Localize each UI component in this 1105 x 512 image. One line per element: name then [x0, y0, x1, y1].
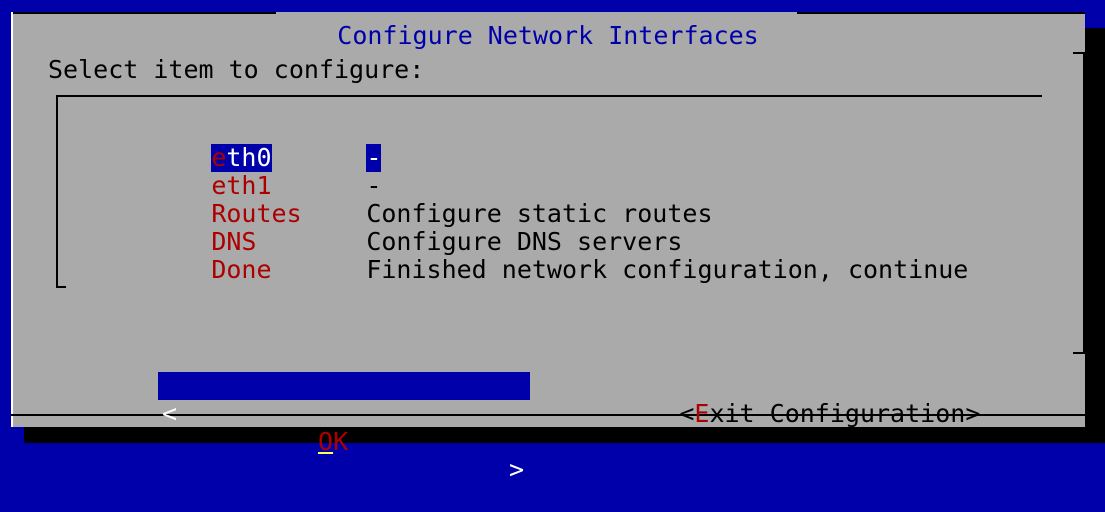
- menu-border-bottom-tick: [56, 286, 66, 288]
- menu-item-done[interactable]: Done Finished network configuration, cont…: [121, 228, 968, 284]
- dialog-separator-tick: [1073, 352, 1085, 354]
- dialog-border-top-right: [797, 12, 1085, 14]
- dialog-border-right-upper: [1083, 52, 1085, 352]
- dialog-prompt: Select item to configure:: [48, 55, 425, 84]
- dialog-border-top-left: [11, 12, 276, 14]
- ok-button[interactable]: < OK >: [158, 372, 530, 484]
- ok-button-left-bracket: <: [162, 399, 178, 428]
- ok-button-label: OK: [318, 427, 349, 456]
- terminal-screen: Configure Network Interfaces Select item…: [0, 0, 1105, 484]
- menu-item-eth0[interactable]: eth0-: [121, 116, 382, 172]
- ok-button-right-bracket: >: [508, 455, 524, 484]
- menu-border-top: [56, 95, 1042, 97]
- menu-item-tag: Done: [211, 255, 272, 284]
- exit-configuration-button[interactable]: <Exit Configuration>: [589, 372, 980, 456]
- dialog-title: Configure Network Interfaces: [337, 21, 759, 50]
- menu-item-dns[interactable]: DNS Configure DNS servers: [121, 200, 682, 256]
- menu-border-left: [56, 95, 58, 287]
- network-config-dialog: Configure Network Interfaces Select item…: [11, 12, 1085, 484]
- menu-item-routes[interactable]: Routes Configure static routes: [121, 172, 712, 228]
- dialog-border-left: [11, 12, 13, 427]
- menu-item-eth1[interactable]: eth1-: [121, 144, 381, 200]
- menu-item-description: Finished network configuration, continue: [366, 255, 969, 284]
- dialog-corner-tick: [1073, 52, 1083, 54]
